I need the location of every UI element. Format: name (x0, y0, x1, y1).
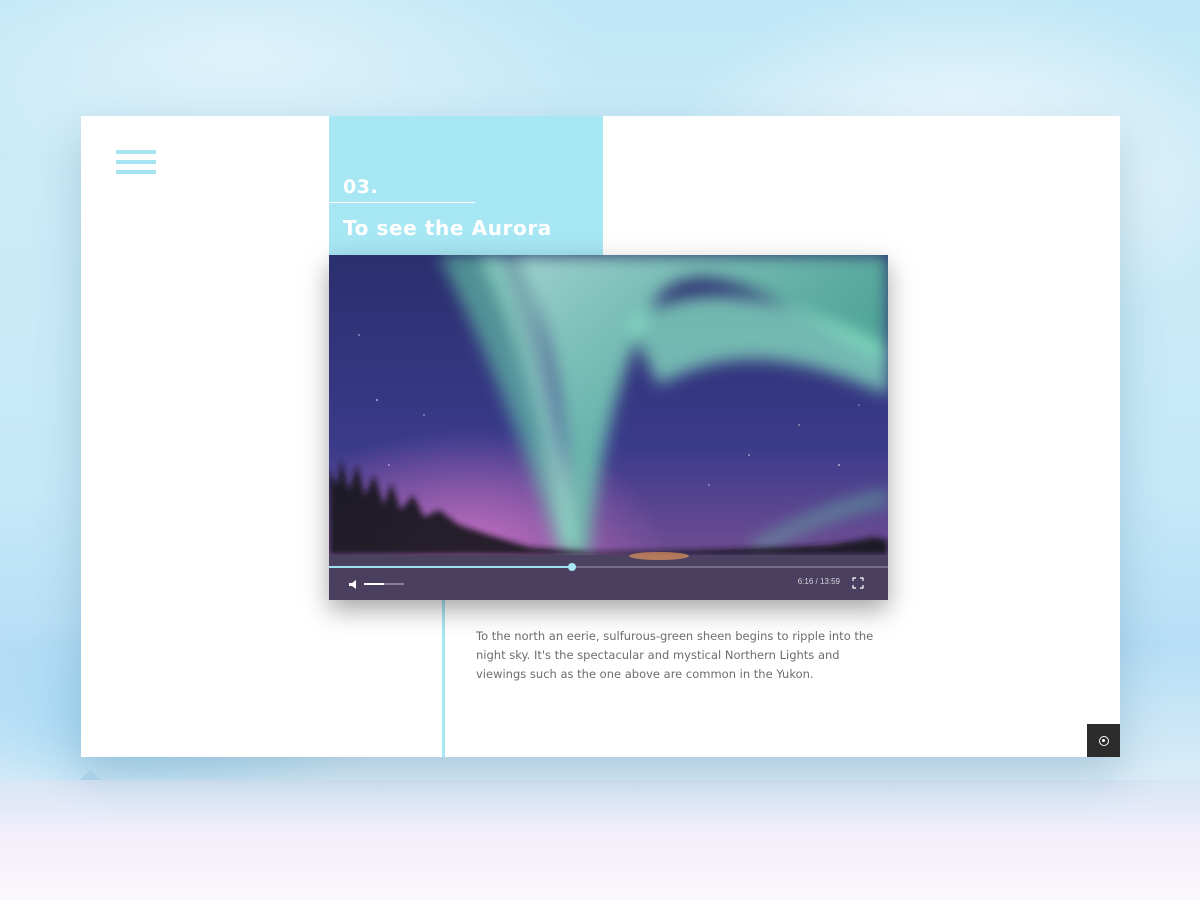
background-snow (0, 780, 1200, 900)
record-button[interactable] (1087, 724, 1120, 757)
description-text: To the north an eerie, sulfurous-green s… (476, 629, 874, 681)
menu-icon-bar (116, 170, 156, 174)
video-progress-handle[interactable] (567, 563, 576, 571)
step-divider (329, 202, 475, 203)
page-title: To see the Aurora (343, 216, 552, 240)
accent-vertical-rule (442, 598, 445, 757)
menu-button[interactable] (116, 150, 156, 176)
step-number: 03. (343, 176, 379, 198)
video-progress-fill (329, 566, 572, 568)
title-block: 03. To see the Aurora (329, 116, 603, 255)
aurora-video-frame[interactable] (329, 255, 888, 600)
speaker-icon[interactable] (348, 579, 360, 590)
fullscreen-icon[interactable] (852, 577, 864, 589)
content-card: 03. To see the Aurora 6:16 / 13:59 To th… (81, 116, 1120, 757)
record-icon (1098, 735, 1109, 746)
menu-icon-bar (116, 150, 156, 154)
volume-fill (364, 583, 384, 585)
video-time-display: 6:16 / 13:59 (797, 577, 840, 586)
video-progress-bar[interactable] (329, 563, 888, 571)
volume-slider[interactable] (364, 583, 404, 585)
menu-icon-bar (116, 160, 156, 164)
video-player[interactable]: 6:16 / 13:59 (329, 255, 888, 600)
